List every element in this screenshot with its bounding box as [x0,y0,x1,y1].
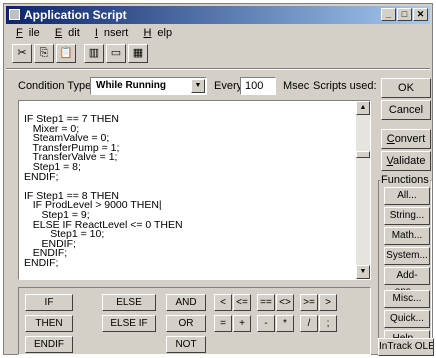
functions-math-button[interactable]: Math... [384,227,430,245]
scroll-up-icon[interactable]: ▲ [356,101,370,115]
condition-row: Condition Type: While Running ▼ Every 10… [18,77,389,97]
functions-quick-button[interactable]: Quick... [384,310,430,328]
toolbar: ✂ ⎘ 📋 ▥ ▭ ▦ [8,42,428,64]
chevron-down-icon[interactable]: ▼ [191,79,205,93]
functions-addons-button[interactable]: Add-ons... [384,267,430,297]
functions-string-button[interactable]: String... [384,207,430,225]
editor-scrollbar[interactable]: ▲ ▼ [356,101,370,279]
msec-label: Msec [283,80,310,92]
menu-insert[interactable]: Insert [89,25,129,41]
every-msec-input[interactable]: 100 [240,77,276,95]
op-assign[interactable]: = [214,315,232,332]
scroll-down-icon[interactable]: ▼ [356,265,370,279]
every-label: Every [214,80,243,92]
tag-browser-icon[interactable]: ▦ [128,44,148,63]
keyword-operator-pad: IF ELSE AND THEN ELSE IF OR ENDIF NOT < … [18,287,371,355]
paste-icon[interactable]: 📋 [56,44,76,63]
menu-bar: File Edit Insert Help [6,25,430,41]
script-text[interactable]: IF Step1 == 7 THEN Mixer = 0; SteamValve… [24,114,183,269]
else-if-button[interactable]: ELSE IF [102,315,156,332]
op-divide[interactable]: / [300,315,318,332]
not-button[interactable]: NOT [166,336,206,353]
application-script-window: Application Script _ □ ✕ File Edit Insert … [3,3,433,355]
op-multiply[interactable]: * [276,315,294,332]
script-editor[interactable]: IF Step1 == 7 THEN Mixer = 0; SteamValve… [18,100,371,280]
op-equal-equal[interactable]: == [257,294,275,311]
menu-help[interactable]: Help [137,25,172,41]
else-button[interactable]: ELSE [102,294,156,311]
condition-type-label: Condition Type: [18,80,95,92]
window-icon[interactable]: ▭ [106,44,126,63]
validate-button[interactable]: Validate [381,151,431,171]
copy-icon[interactable]: ⎘ [34,44,54,63]
title-bar: Application Script _ □ ✕ [6,6,430,24]
maximize-button[interactable]: □ [397,8,412,21]
functions-misc-button[interactable]: Misc... [384,290,430,308]
convert-button[interactable]: Convert [381,129,431,149]
condition-type-value: While Running [96,80,166,91]
condition-type-select[interactable]: While Running ▼ [90,77,207,95]
scroll-thumb[interactable] [356,151,370,158]
toolbar-divider [6,68,430,70]
close-button[interactable]: ✕ [413,8,428,21]
menu-edit[interactable]: Edit [49,25,80,41]
functions-label: Functions [380,174,430,186]
if-button[interactable]: IF [25,294,73,311]
or-button[interactable]: OR [166,315,206,332]
op-greater-than[interactable]: > [319,294,337,311]
op-semicolon[interactable]: ; [319,315,337,332]
ok-button[interactable]: OK [381,78,431,98]
scripts-used-label: Scripts used: [313,80,377,92]
op-not-equal[interactable]: <> [276,294,294,311]
tagname-icon[interactable]: ▥ [84,44,104,63]
window-title: Application Script [24,8,127,22]
op-plus[interactable]: + [233,315,251,332]
intrack-ole-button[interactable]: InTrack OLE [378,338,434,356]
op-less-than[interactable]: < [214,294,232,311]
menu-file[interactable]: File [10,25,40,41]
functions-all-button[interactable]: All... [384,187,430,205]
op-minus[interactable]: - [257,315,275,332]
op-less-equal[interactable]: <= [233,294,251,311]
cancel-button[interactable]: Cancel [381,100,431,120]
cut-icon[interactable]: ✂ [12,44,32,63]
minimize-button[interactable]: _ [381,8,396,21]
endif-button[interactable]: ENDIF [25,336,73,353]
functions-system-button[interactable]: System... [384,247,430,265]
then-button[interactable]: THEN [25,315,73,332]
and-button[interactable]: AND [166,294,206,311]
app-script-icon [9,9,20,20]
op-greater-equal[interactable]: >= [300,294,318,311]
